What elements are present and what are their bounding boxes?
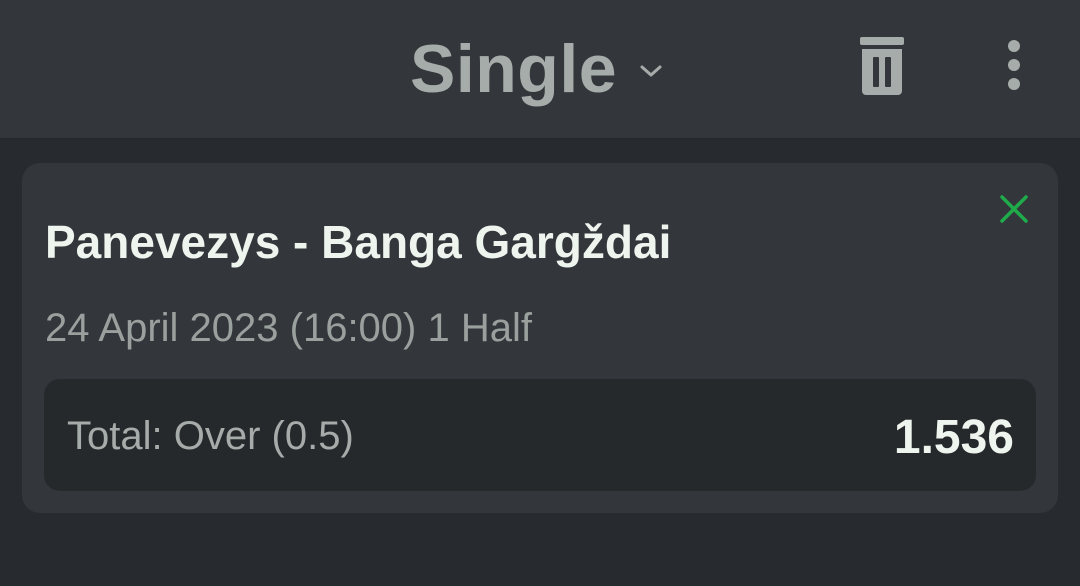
chevron-down-icon [640,65,662,77]
close-icon[interactable] [996,191,1032,227]
bet-odds: 1.536 [893,411,1014,464]
bet-type-selector[interactable]: Single [410,24,663,114]
bet-selection-row[interactable]: Total: Over (0.5) 1.536 [44,379,1036,491]
match-datetime: 24 April 2023 (16:00) 1 Half [45,306,532,350]
more-vertical-icon[interactable] [1000,38,1028,92]
bet-type-title: Single [410,31,618,107]
trash-icon[interactable] [858,35,906,97]
match-title: Panevezys - Banga Gargždai [45,216,672,268]
bet-slip-card: Panevezys - Banga Gargždai 24 April 2023… [22,163,1058,513]
bet-market-label: Total: Over (0.5) [67,414,354,458]
app-header: Single [0,0,1080,140]
